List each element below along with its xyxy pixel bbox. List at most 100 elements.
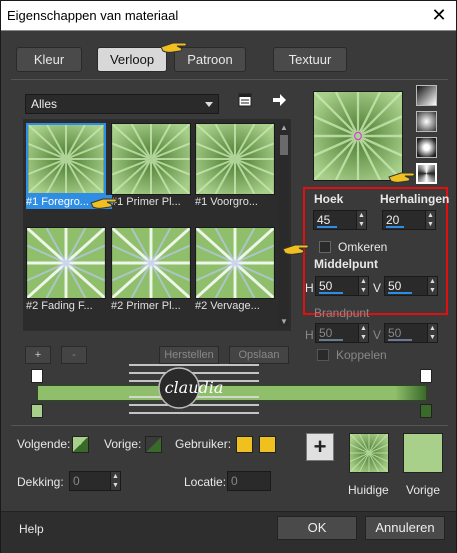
opacity-label: Dekking: (17, 475, 64, 489)
location-spinner[interactable]: 0 (227, 471, 271, 491)
gallery-item-label: #1 Voorgro... (195, 196, 258, 208)
cancel-button[interactable]: Annuleren (365, 516, 445, 540)
repeats-value: 20 (386, 213, 400, 227)
gradient-stop-bottom-left[interactable] (31, 404, 43, 418)
pointing-hand-icon (160, 42, 187, 53)
center-v-value: 50 (388, 279, 402, 293)
angle-label: Hoek (314, 192, 344, 206)
invert-checkbox[interactable] (319, 241, 331, 253)
scroll-down-icon[interactable]: ▼ (279, 317, 289, 327)
previous-material-swatch[interactable] (403, 433, 443, 473)
gradient-thumbnail (195, 123, 275, 195)
title-bar: Eigenschappen van materiaal ✕ (1, 1, 456, 31)
focal-v-value: 50 (388, 326, 402, 340)
repeats-spinner[interactable]: 20 ▲ ▼ (382, 210, 436, 230)
gallery-item[interactable]: #2 Vervage... (195, 227, 275, 313)
center-h-spinner[interactable]: 50 ▲ ▼ (315, 276, 369, 296)
center-v-spinner[interactable]: 50 ▲ ▼ (384, 276, 438, 296)
user-swatch-2[interactable] (259, 436, 276, 453)
pointing-hand-icon (282, 244, 309, 255)
center-point-label: Middelpunt (314, 257, 378, 271)
add-to-swatches-button[interactable]: + (306, 433, 334, 461)
window-title: Eigenschappen van materiaal (7, 8, 179, 23)
angle-spinner[interactable]: 45 ▲ ▼ (313, 210, 367, 230)
link-checkbox[interactable] (317, 349, 329, 361)
focal-v-spinner[interactable]: 50 ▲ ▼ (384, 323, 438, 343)
focal-h-value: 50 (319, 326, 333, 340)
focal-point-label: Brandpunt (314, 306, 370, 320)
file-manager-icon[interactable] (235, 92, 255, 112)
scroll-up-icon[interactable]: ▲ (279, 123, 289, 133)
close-icon[interactable]: ✕ (428, 4, 450, 26)
location-value: 0 (231, 474, 238, 488)
focal-h-spinner[interactable]: 50 ▲ ▼ (315, 323, 369, 343)
center-v-slider-bar (388, 292, 412, 294)
tab-texture[interactable]: Textuur (273, 47, 347, 72)
gallery-item[interactable]: #2 Primer Pl... (111, 227, 191, 313)
repeats-slider-bar (386, 226, 404, 228)
gradient-gallery: #1 Foregro... #1 Primer Pl... #1 Voorgro… (23, 119, 291, 331)
focal-h-label: H (305, 328, 314, 342)
radial-style-button[interactable] (416, 137, 437, 158)
scroll-thumb[interactable] (280, 135, 288, 155)
invert-label: Omkeren (338, 240, 388, 254)
tab-color[interactable]: Kleur (16, 47, 82, 72)
opacity-value: 0 (73, 474, 80, 488)
foreground-swatch[interactable] (72, 436, 89, 453)
help-link[interactable]: Help (19, 522, 44, 536)
category-value: Alles (31, 97, 58, 111)
tab-gradient[interactable]: Verloop (97, 47, 167, 72)
center-v-label: V (373, 281, 382, 295)
spinner-arrows[interactable]: ▲ ▼ (356, 211, 366, 229)
link-label: Koppelen (336, 348, 387, 362)
gradient-thumbnail (111, 227, 191, 299)
background-swatch[interactable] (145, 436, 162, 453)
spinner-arrows[interactable]: ▲ ▼ (427, 324, 437, 342)
remove-gradient-button[interactable]: - (61, 346, 87, 364)
previous-label: Vorige (406, 483, 441, 497)
gallery-item[interactable]: #1 Voorgro... (195, 123, 275, 209)
tab-divider (11, 79, 448, 80)
spinner-arrows[interactable]: ▲ ▼ (358, 324, 368, 342)
user-swatch-1[interactable] (236, 436, 253, 453)
linear-style-button[interactable] (416, 85, 437, 106)
spinner-arrows[interactable]: ▲ ▼ (427, 277, 437, 295)
spinner-arrows[interactable]: ▲ ▼ (425, 211, 435, 229)
current-material-swatch[interactable] (349, 433, 389, 473)
gradient-thumbnail (26, 123, 106, 195)
center-h-slider-bar (319, 292, 343, 294)
gallery-item-label: #2 Fading F... (26, 300, 93, 312)
ok-button[interactable]: OK (277, 516, 357, 540)
opacity-spinner[interactable]: 0 ▲ ▼ (69, 471, 121, 491)
center-h-value: 50 (319, 279, 333, 293)
gallery-item[interactable]: #2 Fading F... (26, 227, 106, 313)
gallery-item-label: #2 Vervage... (195, 300, 260, 312)
gallery-item-label: #1 Primer Pl... (111, 196, 181, 208)
gallery-scrollbar[interactable]: ▲ ▼ (279, 123, 289, 327)
focal-v-label: V (373, 328, 382, 342)
gradient-thumbnail (26, 227, 106, 299)
pointing-hand-icon (90, 198, 117, 209)
section-divider (11, 425, 448, 426)
dialog-footer: Help OK Annuleren (1, 511, 456, 553)
rectangular-style-button[interactable] (416, 111, 437, 132)
angle-slider-bar (317, 226, 337, 228)
gallery-item-label: #2 Primer Pl... (111, 300, 181, 312)
gradient-stop-top-right[interactable] (420, 369, 432, 383)
spinner-arrows[interactable]: ▲ ▼ (358, 277, 368, 295)
gallery-item[interactable]: #1 Primer Pl... (111, 123, 191, 209)
gradient-stop-bottom-right[interactable] (420, 404, 432, 418)
gradient-thumbnail (111, 123, 191, 195)
watermark-text: claudia (165, 378, 224, 397)
gradient-thumbnail (195, 227, 275, 299)
claudia-watermark-logo: claudia (129, 364, 259, 414)
arrow-right-icon[interactable] (269, 92, 289, 112)
user-label: Gebruiker: (175, 437, 232, 451)
spinner-arrows[interactable]: ▲ ▼ (110, 472, 120, 490)
category-dropdown[interactable]: Alles (25, 94, 219, 114)
add-gradient-button[interactable]: + (25, 346, 51, 364)
current-label: Huidige (348, 483, 389, 497)
gradient-stop-top-left[interactable] (31, 369, 43, 383)
sunburst-style-button[interactable] (416, 163, 437, 184)
foreground-label: Volgende: (17, 437, 71, 451)
